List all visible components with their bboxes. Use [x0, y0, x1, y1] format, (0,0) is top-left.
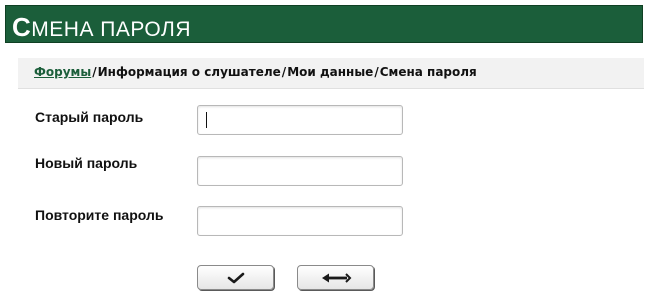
old-password-label: Старый пароль	[35, 109, 144, 125]
breadcrumb-item-student-info: Информация о слушателе	[97, 65, 281, 79]
breadcrumb-bar: Форумы/Информация о слушателе/Мои данные…	[18, 58, 644, 89]
page-title-initial: С	[12, 12, 32, 42]
page-title: Смена пароля	[12, 12, 191, 43]
back-arrow-icon	[321, 272, 351, 283]
old-password-field[interactable]	[197, 105, 403, 135]
page-header: Смена пароля	[5, 5, 643, 43]
repeat-password-label: Повторите пароль	[35, 207, 164, 223]
submit-button[interactable]	[197, 265, 274, 290]
new-password-field[interactable]	[197, 156, 403, 186]
breadcrumb: Форумы/Информация о слушателе/Мои данные…	[34, 65, 477, 79]
repeat-password-field[interactable]	[197, 206, 403, 236]
back-button[interactable]	[297, 265, 374, 290]
text-caret	[206, 112, 207, 128]
breadcrumb-item-my-data: Мои данные	[287, 65, 374, 79]
breadcrumb-item-change-password: Смена пароля	[379, 65, 477, 79]
checkmark-icon	[227, 272, 244, 283]
new-password-label: Новый пароль	[35, 155, 138, 171]
page-title-rest: мена пароля	[31, 18, 191, 41]
breadcrumb-link-forums[interactable]: Форумы	[34, 65, 91, 79]
